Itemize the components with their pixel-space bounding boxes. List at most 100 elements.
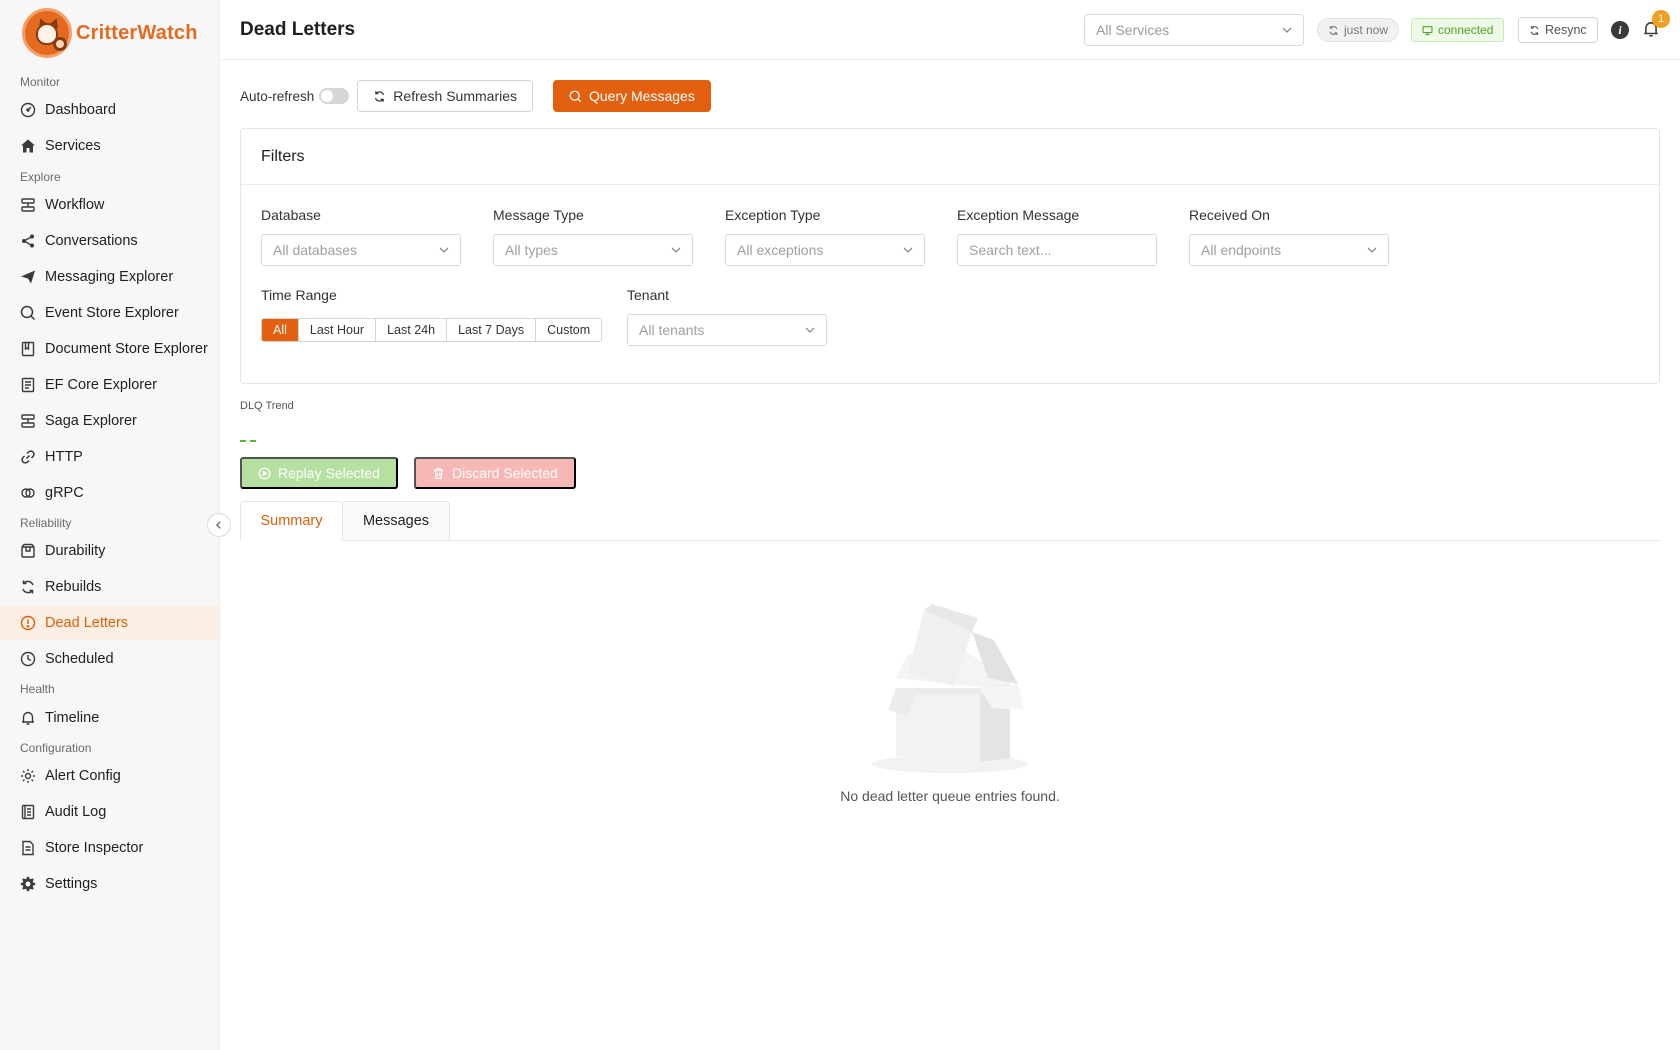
message-type-select[interactable]: All types (493, 234, 693, 266)
received-on-select[interactable]: All endpoints (1189, 234, 1389, 266)
sidebar-item-workflow[interactable]: Workflow (0, 188, 219, 222)
sidebar-item-label: Conversations (45, 233, 138, 249)
sidebar-item-rebuilds[interactable]: Rebuilds (0, 570, 219, 604)
file-search-icon (20, 840, 36, 856)
sidebar-item-label: Rebuilds (45, 579, 102, 595)
sync-icon (1530, 25, 1539, 35)
service-select-value: All Services (1096, 22, 1170, 38)
exclamation-circle-icon (20, 615, 36, 631)
empty-state: No dead letter queue entries found. (240, 600, 1660, 820)
settings-gear-icon (20, 876, 36, 892)
sidebar-item-scheduled[interactable]: Scheduled (0, 642, 219, 676)
dlq-trend-label: DLQ Trend (240, 400, 294, 412)
refresh-summaries-label: Refresh Summaries (393, 88, 517, 104)
sidebar-item-label: Dashboard (45, 102, 116, 118)
nav-section-reliability: Reliability (20, 516, 72, 530)
sidebar-item-label: Messaging Explorer (45, 269, 174, 285)
tenant-select[interactable]: All tenants (627, 314, 827, 346)
sidebar-item-label: gRPC (45, 485, 84, 501)
workflow-icon (20, 413, 36, 429)
collapse-sidebar-button[interactable] (207, 513, 231, 537)
sidebar-item-services[interactable]: Services (0, 129, 219, 163)
package-icon (20, 543, 36, 559)
sidebar-item-settings[interactable]: Settings (0, 867, 219, 901)
view-tabs: Summary Messages (240, 501, 1660, 541)
resync-button[interactable]: Resync (1518, 17, 1598, 43)
discard-selected-button[interactable]: Discard Selected (414, 457, 576, 489)
info-icon[interactable]: i (1611, 21, 1629, 39)
time-range-option-last-7-days[interactable]: Last 7 Days (446, 319, 536, 341)
sidebar-item-http[interactable]: HTTP (0, 440, 219, 474)
chevron-down-icon (805, 327, 815, 333)
app-name: CritterWatch (76, 21, 198, 44)
refresh-summaries-button[interactable]: Refresh Summaries (357, 80, 533, 112)
filters-title: Filters (241, 129, 1659, 185)
sidebar-item-timeline[interactable]: Timeline (0, 701, 219, 735)
sidebar-item-label: Scheduled (45, 651, 114, 667)
database-label: Database (261, 207, 321, 223)
query-messages-button[interactable]: Query Messages (553, 80, 711, 112)
sidebar-item-label: Document Store Explorer (45, 341, 208, 357)
sidebar-item-ef-core-explorer[interactable]: EF Core Explorer (0, 368, 219, 402)
sidebar-item-store-inspector[interactable]: Store Inspector (0, 831, 219, 865)
empty-state-text: No dead letter queue entries found. (840, 788, 1060, 804)
resync-label: Resync (1545, 23, 1587, 37)
auto-refresh-label: Auto-refresh (240, 88, 315, 104)
received-on-label: Received On (1189, 207, 1270, 223)
sidebar-item-label: Saga Explorer (45, 413, 137, 429)
page-header: Dead Letters All Services just now conne… (220, 0, 1680, 60)
time-range-option-custom[interactable]: Custom (535, 319, 602, 341)
sidebar-item-durability[interactable]: Durability (0, 534, 219, 568)
clock-icon (20, 651, 36, 667)
sidebar-item-messaging-explorer[interactable]: Messaging Explorer (0, 260, 219, 294)
tab-messages[interactable]: Messages (342, 501, 450, 541)
sidebar-item-label: Audit Log (45, 804, 107, 820)
empty-box-icon (872, 604, 1028, 773)
nav-section-health: Health (20, 682, 55, 696)
time-range-label: Time Range (261, 287, 337, 303)
app-logo[interactable]: CritterWatch (22, 8, 198, 58)
trash-icon (434, 467, 443, 479)
sync-icon (20, 579, 36, 595)
exception-type-select[interactable]: All exceptions (725, 234, 925, 266)
sidebar-item-alert-config[interactable]: Alert Config (0, 759, 219, 793)
sidebar-item-conversations[interactable]: Conversations (0, 224, 219, 258)
auto-refresh-toggle[interactable] (319, 88, 350, 104)
nav-section-explore: Explore (20, 170, 61, 184)
sidebar-item-label: Dead Letters (45, 615, 129, 631)
database-select[interactable]: All databases (261, 234, 461, 266)
action-toolbar: Auto-refresh Refresh Summaries Query Mes… (240, 80, 711, 112)
tenant-select-value: All tenants (639, 322, 705, 338)
sidebar-item-dead-letters[interactable]: Dead Letters (0, 606, 219, 640)
sidebar-item-audit-log[interactable]: Audit Log (0, 795, 219, 829)
sidebar-item-label: HTTP (45, 449, 83, 465)
message-type-select-value: All types (505, 242, 558, 258)
api-icon (20, 485, 36, 501)
sidebar-item-saga-explorer[interactable]: Saga Explorer (0, 404, 219, 438)
critter-logo-icon (22, 8, 72, 58)
exception-message-input[interactable] (957, 234, 1157, 266)
exception-type-select-value: All exceptions (737, 242, 824, 258)
tab-summary[interactable]: Summary (240, 501, 343, 541)
service-select[interactable]: All Services (1084, 14, 1304, 46)
time-range-segmented: All Last Hour Last 24h Last 7 Days Custo… (261, 318, 603, 342)
chevron-left-icon (215, 521, 221, 529)
connection-status-badge: connected (1411, 18, 1505, 42)
message-type-label: Message Type (493, 207, 584, 223)
sidebar-item-grpc[interactable]: gRPC (0, 476, 219, 510)
sidebar-item-dashboard[interactable]: Dashboard (0, 93, 219, 127)
sidebar-item-event-store-explorer[interactable]: Event Store Explorer (0, 296, 219, 330)
time-range-option-last-24h[interactable]: Last 24h (375, 319, 447, 341)
time-range-option-all[interactable]: All (262, 319, 298, 341)
sidebar-item-label: Settings (45, 876, 98, 892)
last-update-badge: just now (1317, 18, 1400, 42)
exception-type-label: Exception Type (725, 207, 821, 223)
query-messages-label: Query Messages (589, 88, 695, 104)
search-icon (569, 90, 582, 102)
send-icon (20, 269, 36, 285)
discard-selected-label: Discard Selected (452, 465, 558, 481)
time-range-option-last-hour[interactable]: Last Hour (297, 319, 376, 341)
sidebar-item-document-store-explorer[interactable]: Document Store Explorer (0, 332, 219, 366)
exception-message-label: Exception Message (957, 207, 1080, 223)
replay-selected-button[interactable]: Replay Selected (240, 457, 398, 489)
